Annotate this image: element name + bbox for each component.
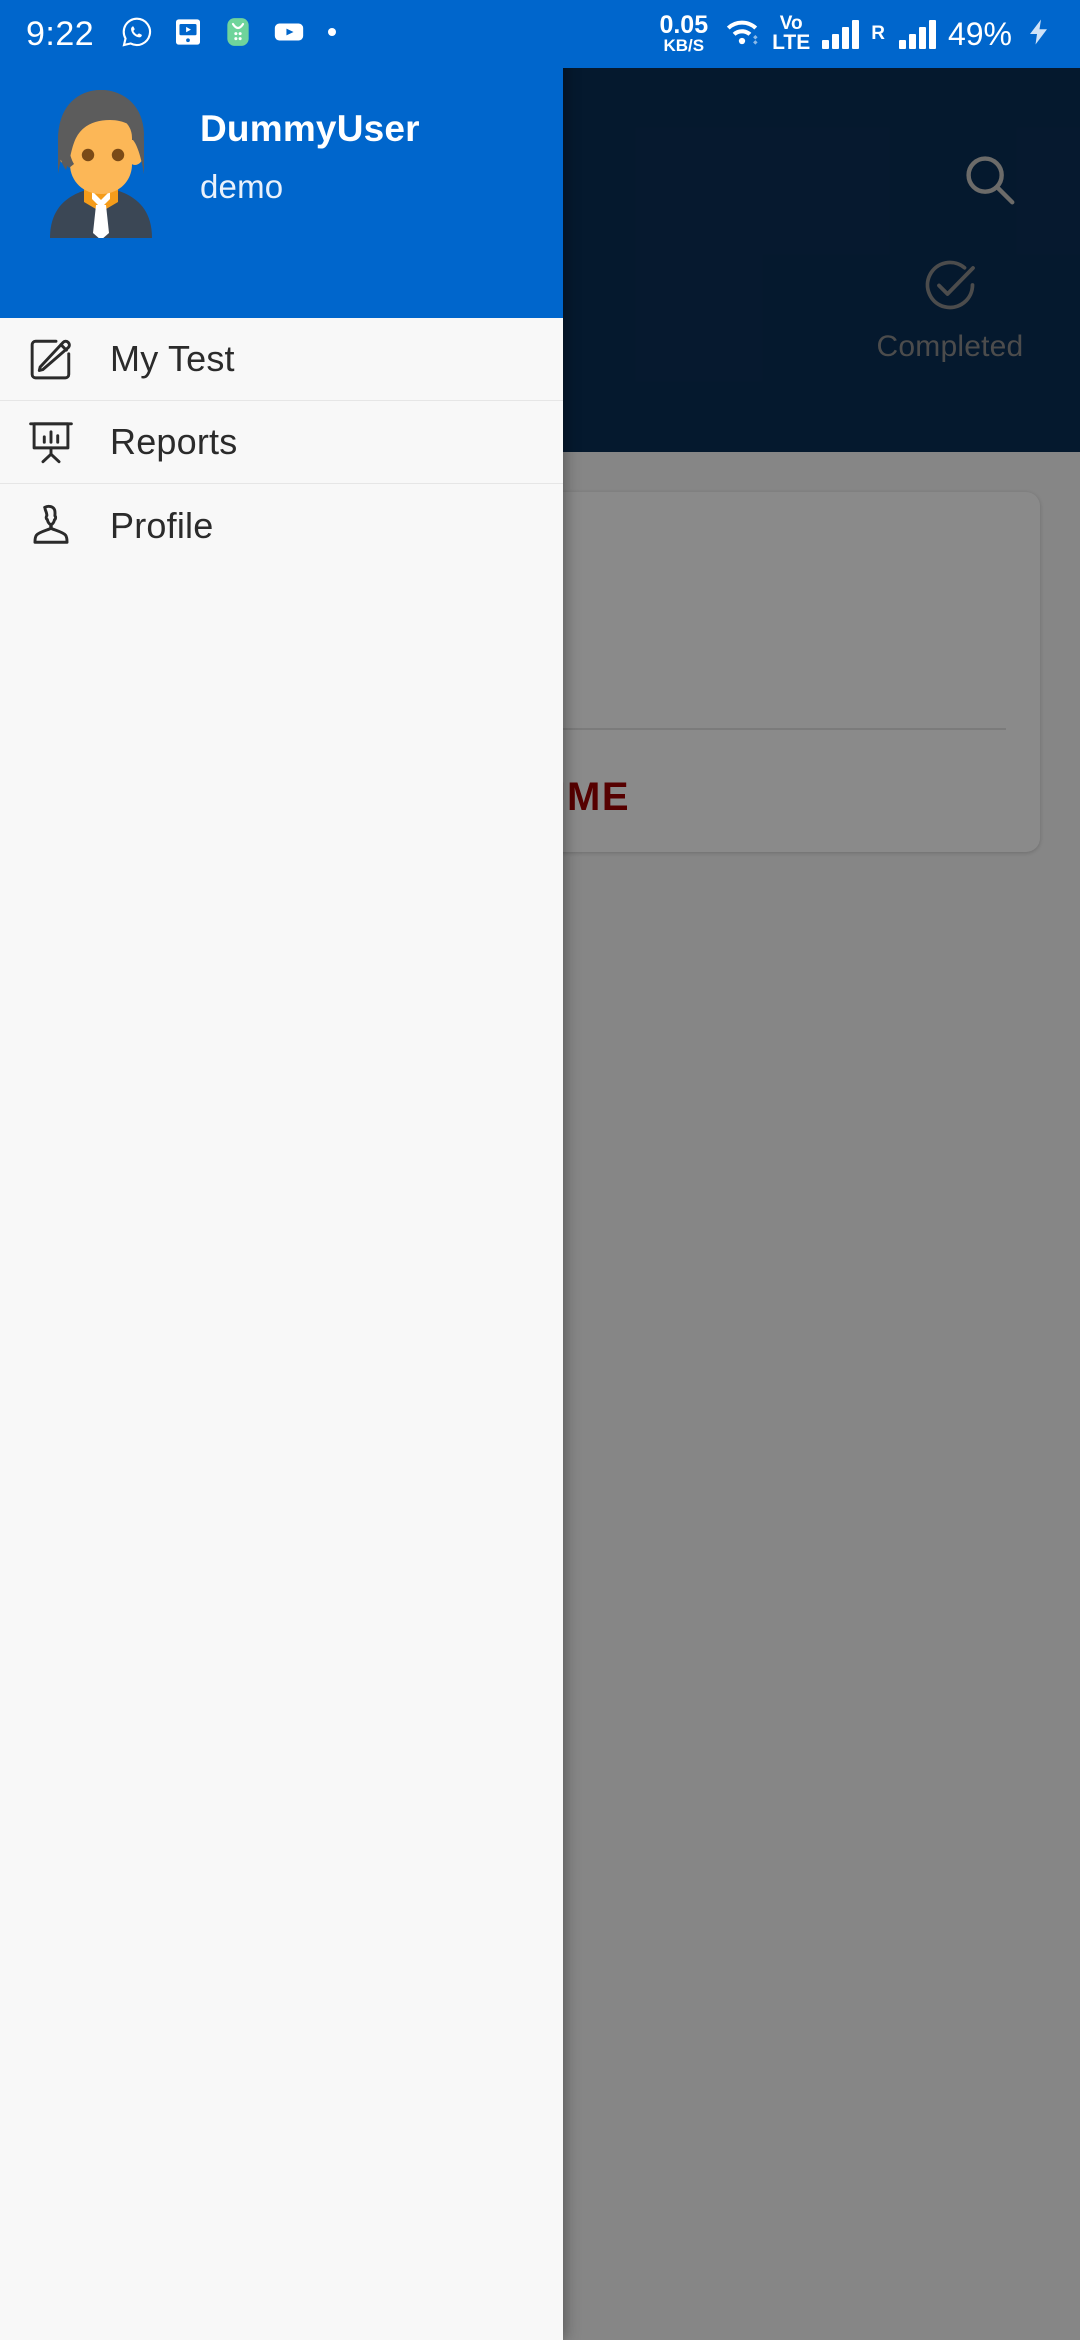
phone-screen: Completed RESUME	[0, 0, 1080, 2340]
presentation-chart-icon	[22, 413, 80, 471]
wifi-icon	[724, 14, 760, 55]
drawer-item-reports[interactable]: Reports	[0, 401, 563, 484]
dot-icon	[324, 24, 340, 45]
drawer-user-info: DummyUser demo	[200, 108, 420, 206]
signal-bars-icon	[822, 19, 860, 49]
network-speed-indicator: 0.05 KB/S	[659, 13, 708, 54]
charging-bolt-icon	[1024, 17, 1054, 52]
app-screen-icon	[172, 16, 204, 53]
signal-bars-icon-2	[898, 19, 936, 49]
volte-line2: LTE	[772, 31, 811, 55]
drawer-username: DummyUser	[200, 108, 420, 149]
whatsapp-icon	[120, 15, 154, 54]
status-bar-right: 0.05 KB/S Vo LTE R 49%	[659, 13, 1054, 54]
edit-square-icon	[22, 330, 80, 388]
network-speed-value: 0.05	[659, 11, 709, 40]
drawer-menu: My Test Reports Profile	[0, 318, 563, 2340]
status-bar: 9:22 0.05 KB/S Vo LTE R 49%	[0, 0, 1080, 68]
drawer-item-reports-label: Reports	[110, 421, 238, 462]
battery-percent: 49%	[947, 15, 1012, 52]
user-avatar-illustration	[36, 78, 166, 240]
drawer-item-my-test-label: My Test	[110, 338, 235, 379]
status-bar-clock: 9:22	[26, 14, 95, 53]
green-app-icon	[222, 16, 254, 53]
network-speed-unit: KB/S	[663, 35, 705, 55]
volte-icon: Vo LTE	[772, 14, 811, 55]
person-icon	[22, 497, 80, 555]
drawer-user-subtitle: demo	[200, 168, 284, 205]
youtube-icon	[272, 15, 306, 54]
roaming-indicator: R	[871, 23, 885, 44]
navigation-drawer: DummyUser demo My Test Reports Profile	[0, 0, 563, 2340]
drawer-item-profile-label: Profile	[110, 504, 214, 546]
status-bar-left: 9:22	[26, 15, 340, 54]
drawer-item-profile[interactable]: Profile	[0, 484, 563, 567]
drawer-item-my-test[interactable]: My Test	[0, 318, 563, 401]
